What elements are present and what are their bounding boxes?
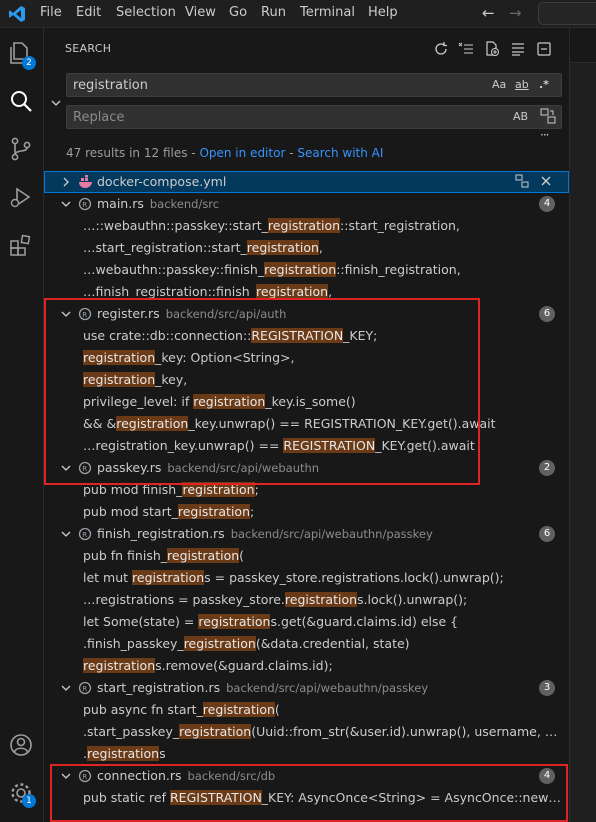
file-row-start-registration-rs[interactable]: R start_registration.rs backend/src/api/w… <box>44 677 569 699</box>
search-input[interactable]: registration Aa ab .* <box>66 73 562 97</box>
manage-gear-icon[interactable]: 1 <box>8 780 36 808</box>
explorer-badge: 2 <box>22 56 36 70</box>
file-row-finish-registration-rs[interactable]: R finish_registration.rs backend/src/api/… <box>44 523 569 545</box>
refresh-icon[interactable] <box>433 41 449 57</box>
menu-go[interactable]: Go <box>229 5 247 20</box>
editor-tab[interactable] <box>570 28 596 63</box>
file-name: docker-compose.yml <box>97 174 227 189</box>
view-title: SEARCH <box>65 42 112 55</box>
replace-placeholder: Replace <box>73 110 125 125</box>
menu-view[interactable]: View <box>185 5 216 20</box>
match-count-badge: 4 <box>539 196 555 212</box>
match-row[interactable]: let Some(state) = registrations.get(&gua… <box>44 611 569 633</box>
search-query: registration <box>73 78 149 93</box>
regex-toggle[interactable]: .* <box>539 78 549 91</box>
source-control-icon[interactable] <box>8 136 36 164</box>
file-name: start_registration.rs backend/src/api/web… <box>97 680 429 695</box>
collapse-all-icon[interactable] <box>536 41 552 57</box>
match-row[interactable]: let mut registrations = passkey_store.re… <box>44 567 569 589</box>
match-row[interactable]: pub async fn start_registration( <box>44 699 569 721</box>
chevron-right-icon[interactable] <box>60 176 72 191</box>
match-row[interactable]: .start_passkey_registration(Uuid::from_s… <box>44 721 569 743</box>
file-name: finish_registration.rs backend/src/api/we… <box>97 526 433 541</box>
menu-help[interactable]: Help <box>368 5 398 20</box>
menu-terminal[interactable]: Terminal <box>300 5 355 20</box>
results-summary: 47 results in 12 files - Open in editor … <box>66 146 383 160</box>
rust-file-icon: R <box>78 527 92 544</box>
match-row[interactable]: pub mod start_registration; <box>44 501 569 523</box>
open-in-editor-link[interactable]: Open in editor <box>199 146 285 160</box>
whole-word-toggle[interactable]: ab <box>515 78 529 91</box>
more-options-icon[interactable]: ··· <box>540 128 550 142</box>
menu-run[interactable]: Run <box>261 5 286 20</box>
menu-selection[interactable]: Selection <box>116 5 176 20</box>
replace-all-icon[interactable] <box>540 108 556 128</box>
menu-edit[interactable]: Edit <box>76 5 101 20</box>
match-row[interactable]: …::webauthn::passkey::start_registration… <box>44 215 569 237</box>
chevron-down-icon[interactable] <box>60 682 72 697</box>
match-row[interactable]: registrations.remove(&guard.claims.id); <box>44 655 569 677</box>
link-separator: - <box>285 146 298 160</box>
match-row[interactable]: …webauthn::passkey::finish_registration:… <box>44 259 569 281</box>
view-as-tree-icon[interactable] <box>510 41 526 57</box>
match-row[interactable]: …start_registration::start_registration, <box>44 237 569 259</box>
toggle-replace-chevron-icon[interactable] <box>50 94 62 113</box>
annotation-box-connection <box>50 764 568 822</box>
search-with-ai-link[interactable]: Search with AI <box>297 146 383 160</box>
results-tree: docker-compose.yml R main.rs backend/src … <box>44 171 569 822</box>
vscode-logo-icon <box>8 5 26 27</box>
extensions-icon[interactable] <box>8 232 36 260</box>
run-debug-icon[interactable] <box>8 184 36 212</box>
match-row[interactable]: …registrations = passkey_store.registrat… <box>44 589 569 611</box>
editor-area <box>569 28 596 822</box>
svg-text:R: R <box>82 201 87 209</box>
new-search-editor-icon[interactable] <box>484 41 500 57</box>
preserve-case-toggle[interactable]: AB <box>513 110 528 123</box>
match-row[interactable]: .registrations <box>44 743 569 765</box>
back-arrow-icon[interactable]: ← <box>482 4 495 22</box>
rust-file-icon: R <box>78 197 92 214</box>
match-count-badge: 3 <box>539 680 555 696</box>
title-bar: File Edit Selection View Go Run Terminal… <box>0 0 596 28</box>
chevron-down-icon[interactable] <box>60 528 72 543</box>
explorer-icon[interactable]: 2 <box>8 40 36 70</box>
command-center[interactable] <box>538 2 596 25</box>
rust-file-icon: R <box>78 681 92 698</box>
file-row-main-rs[interactable]: R main.rs backend/src 4 <box>44 193 569 215</box>
match-count-badge: 2 <box>539 460 555 476</box>
dismiss-file-icon[interactable] <box>539 174 553 192</box>
menu-file[interactable]: File <box>40 5 62 20</box>
activity-bar: 2 1 <box>0 28 44 822</box>
svg-text:R: R <box>82 685 87 693</box>
replace-input[interactable]: Replace AB <box>66 105 562 129</box>
forward-arrow-icon[interactable]: → <box>509 4 522 22</box>
search-sidebar: SEARCH registration Aa ab .* Replace AB … <box>44 28 569 822</box>
accounts-icon[interactable] <box>8 732 36 760</box>
file-name: main.rs backend/src <box>97 196 220 211</box>
match-row[interactable]: .finish_passkey_registration(&data.crede… <box>44 633 569 655</box>
match-row[interactable]: pub fn finish_registration( <box>44 545 569 567</box>
search-icon[interactable] <box>8 88 36 116</box>
match-count-badge: 6 <box>539 526 555 542</box>
match-count-badge: 6 <box>539 306 555 322</box>
settings-badge: 1 <box>22 794 36 808</box>
docker-file-icon <box>78 175 94 192</box>
chevron-down-icon[interactable] <box>60 198 72 213</box>
results-count: 47 results in 12 files - <box>66 146 200 160</box>
file-row-docker-compose[interactable]: docker-compose.yml <box>44 171 569 193</box>
svg-text:R: R <box>82 531 87 539</box>
replace-file-icon[interactable] <box>515 174 529 192</box>
clear-results-icon[interactable] <box>458 41 474 57</box>
match-case-toggle[interactable]: Aa <box>492 78 506 91</box>
annotation-box-register <box>44 298 480 485</box>
